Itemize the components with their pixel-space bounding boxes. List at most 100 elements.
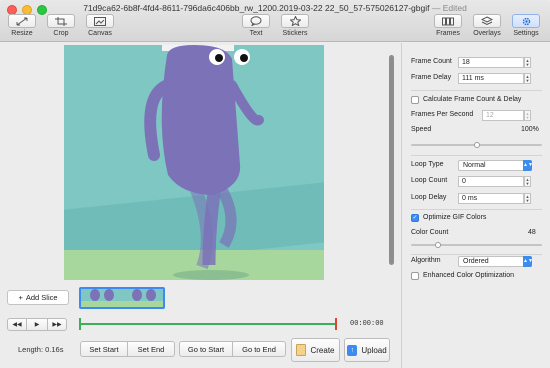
play-icon[interactable]: ▶ xyxy=(27,318,47,331)
title-bar: 71d9ca62-6b8f-4fd4-8611-796da6c406bb_rw_… xyxy=(0,0,550,42)
add-slice-button[interactable]: + Add Slice xyxy=(7,290,69,305)
create-button[interactable]: Create xyxy=(291,338,340,362)
edited-indicator: — Edited xyxy=(431,3,467,13)
upload-label: Upload xyxy=(361,345,387,355)
create-icon xyxy=(296,344,307,356)
frame-count-field[interactable]: 18 xyxy=(458,57,524,68)
end-marker[interactable] xyxy=(335,318,337,330)
start-marker[interactable] xyxy=(79,318,81,330)
crop-label: Crop xyxy=(53,30,69,37)
calculate-label: Calculate Frame Count & Delay xyxy=(423,96,522,103)
resize-icon xyxy=(8,14,36,28)
loop-type-value: Normal xyxy=(463,162,486,169)
calculate-checkbox[interactable] xyxy=(411,96,419,104)
timeline-track[interactable] xyxy=(79,323,337,325)
upload-icon: ↑ xyxy=(347,344,358,356)
step-back-icon[interactable]: ◀◀ xyxy=(7,318,27,331)
gif-preview[interactable] xyxy=(64,45,324,280)
loop-delay-stepper[interactable]: ▲ ▼ xyxy=(524,193,531,204)
resize-label: Resize xyxy=(11,30,33,37)
divider xyxy=(411,155,542,156)
algorithm-value: Ordered xyxy=(463,258,489,265)
set-end-button[interactable]: Set End xyxy=(127,341,175,357)
file-name: 71d9ca62-6b8f-4fd4-8611-796da6c406bb_rw_… xyxy=(83,3,430,13)
current-time: 00:00:00 xyxy=(350,320,384,328)
optimize-checkbox[interactable]: ✓ xyxy=(411,214,419,222)
settings-label: Settings xyxy=(513,30,539,37)
frame-delay-field[interactable]: 111 ms xyxy=(458,73,524,84)
color-count-slider[interactable] xyxy=(411,242,542,248)
plus-icon: + xyxy=(18,293,23,302)
add-slice-label: Add Slice xyxy=(25,293,58,302)
go-to-start-label: Go to Start xyxy=(187,344,225,354)
divider xyxy=(411,254,542,255)
frames-button[interactable]: Frames xyxy=(434,14,462,37)
frames-icon xyxy=(434,14,462,28)
loop-delay-label: Loop Delay xyxy=(411,194,447,201)
stickers-label: Stickers xyxy=(282,30,308,37)
loop-delay-field[interactable]: 0 ms xyxy=(458,193,524,204)
gear-icon xyxy=(512,14,540,28)
fps-label: Frames Per Second xyxy=(411,111,474,118)
frame-delay-label: Frame Delay xyxy=(411,74,452,81)
speed-label: Speed xyxy=(411,126,432,133)
crop-icon xyxy=(47,14,75,28)
scrollbar-thumb[interactable] xyxy=(389,55,394,265)
playback-timeline: ◀◀ ▶ ▶▶ 00:00:00 xyxy=(0,314,400,334)
frame-delay-stepper[interactable]: ▲ ▼ xyxy=(524,73,531,84)
slices-bar: + Add Slice xyxy=(0,287,400,313)
algorithm-select[interactable]: Ordered ▲▼ xyxy=(458,256,533,267)
speed-slider[interactable] xyxy=(411,142,542,148)
stickers-button[interactable]: Stickers xyxy=(281,14,309,37)
color-count-slider-knob[interactable] xyxy=(434,242,441,248)
text-label: Text xyxy=(249,30,263,37)
optimize-label: Optimize GIF Colors xyxy=(423,214,487,221)
canvas-area xyxy=(0,43,400,286)
app-window: 71d9ca62-6b8f-4fd4-8611-796da6c406bb_rw_… xyxy=(0,0,550,368)
layers-icon xyxy=(473,14,501,28)
frame-count-stepper[interactable]: ▲ ▼ xyxy=(524,57,531,68)
fps-field: 12 xyxy=(482,110,524,121)
settings-button[interactable]: Settings xyxy=(512,14,540,37)
slice-frames-preview xyxy=(81,289,163,307)
chevron-down-icon: ▲▼ xyxy=(523,256,533,267)
overlays-label: Overlays xyxy=(473,30,501,37)
divider xyxy=(411,90,542,91)
overlays-button[interactable]: Overlays xyxy=(473,14,501,37)
gif-length: Length: 0.16s xyxy=(18,345,64,354)
color-count-value: 48 xyxy=(528,229,536,236)
crop-button[interactable]: Crop xyxy=(47,14,75,37)
fps-stepper: ▲ ▼ xyxy=(524,110,531,121)
go-to-end-label: Go to End xyxy=(242,344,276,354)
set-start-button[interactable]: Set Start xyxy=(80,341,128,357)
slice-thumbnail[interactable] xyxy=(79,287,165,309)
canvas-label: Canvas xyxy=(88,30,112,37)
settings-panel: Frame Count 18 ▲ ▼ Frame Delay 111 ms ▲ ▼ … xyxy=(401,43,550,368)
speed-slider-knob[interactable] xyxy=(473,142,480,148)
chevron-down-icon: ▲▼ xyxy=(523,160,533,171)
algorithm-label: Algorithm xyxy=(411,257,441,264)
step-forward-icon[interactable]: ▶▶ xyxy=(47,318,67,331)
speech-bubble-icon xyxy=(242,14,270,28)
star-icon xyxy=(281,14,309,28)
canvas-icon xyxy=(86,14,114,28)
create-label: Create xyxy=(310,345,335,355)
speed-value: 100% xyxy=(521,126,539,133)
go-to-end-button[interactable]: Go to End xyxy=(232,341,286,357)
enhanced-label: Enhanced Color Optimization xyxy=(423,272,515,279)
bottom-toolbar: Length: 0.16s Set Start Set End Go to St… xyxy=(0,336,400,364)
set-end-label: Set End xyxy=(137,344,165,354)
canvas-button[interactable]: Canvas xyxy=(86,14,114,37)
loop-count-field[interactable]: 0 xyxy=(458,176,524,187)
loop-type-label: Loop Type xyxy=(411,161,444,168)
canvas-vertical-scrollbar[interactable] xyxy=(389,45,395,280)
window-title: 71d9ca62-6b8f-4fd4-8611-796da6c406bb_rw_… xyxy=(0,3,550,13)
loop-count-stepper[interactable]: ▲ ▼ xyxy=(524,176,531,187)
color-count-label: Color Count xyxy=(411,229,449,236)
go-to-start-button[interactable]: Go to Start xyxy=(179,341,233,357)
loop-type-select[interactable]: Normal ▲▼ xyxy=(458,160,533,171)
resize-button[interactable]: Resize xyxy=(8,14,36,37)
enhanced-checkbox[interactable] xyxy=(411,272,419,280)
text-button[interactable]: Text xyxy=(242,14,270,37)
upload-button[interactable]: ↑ Upload xyxy=(344,338,390,362)
